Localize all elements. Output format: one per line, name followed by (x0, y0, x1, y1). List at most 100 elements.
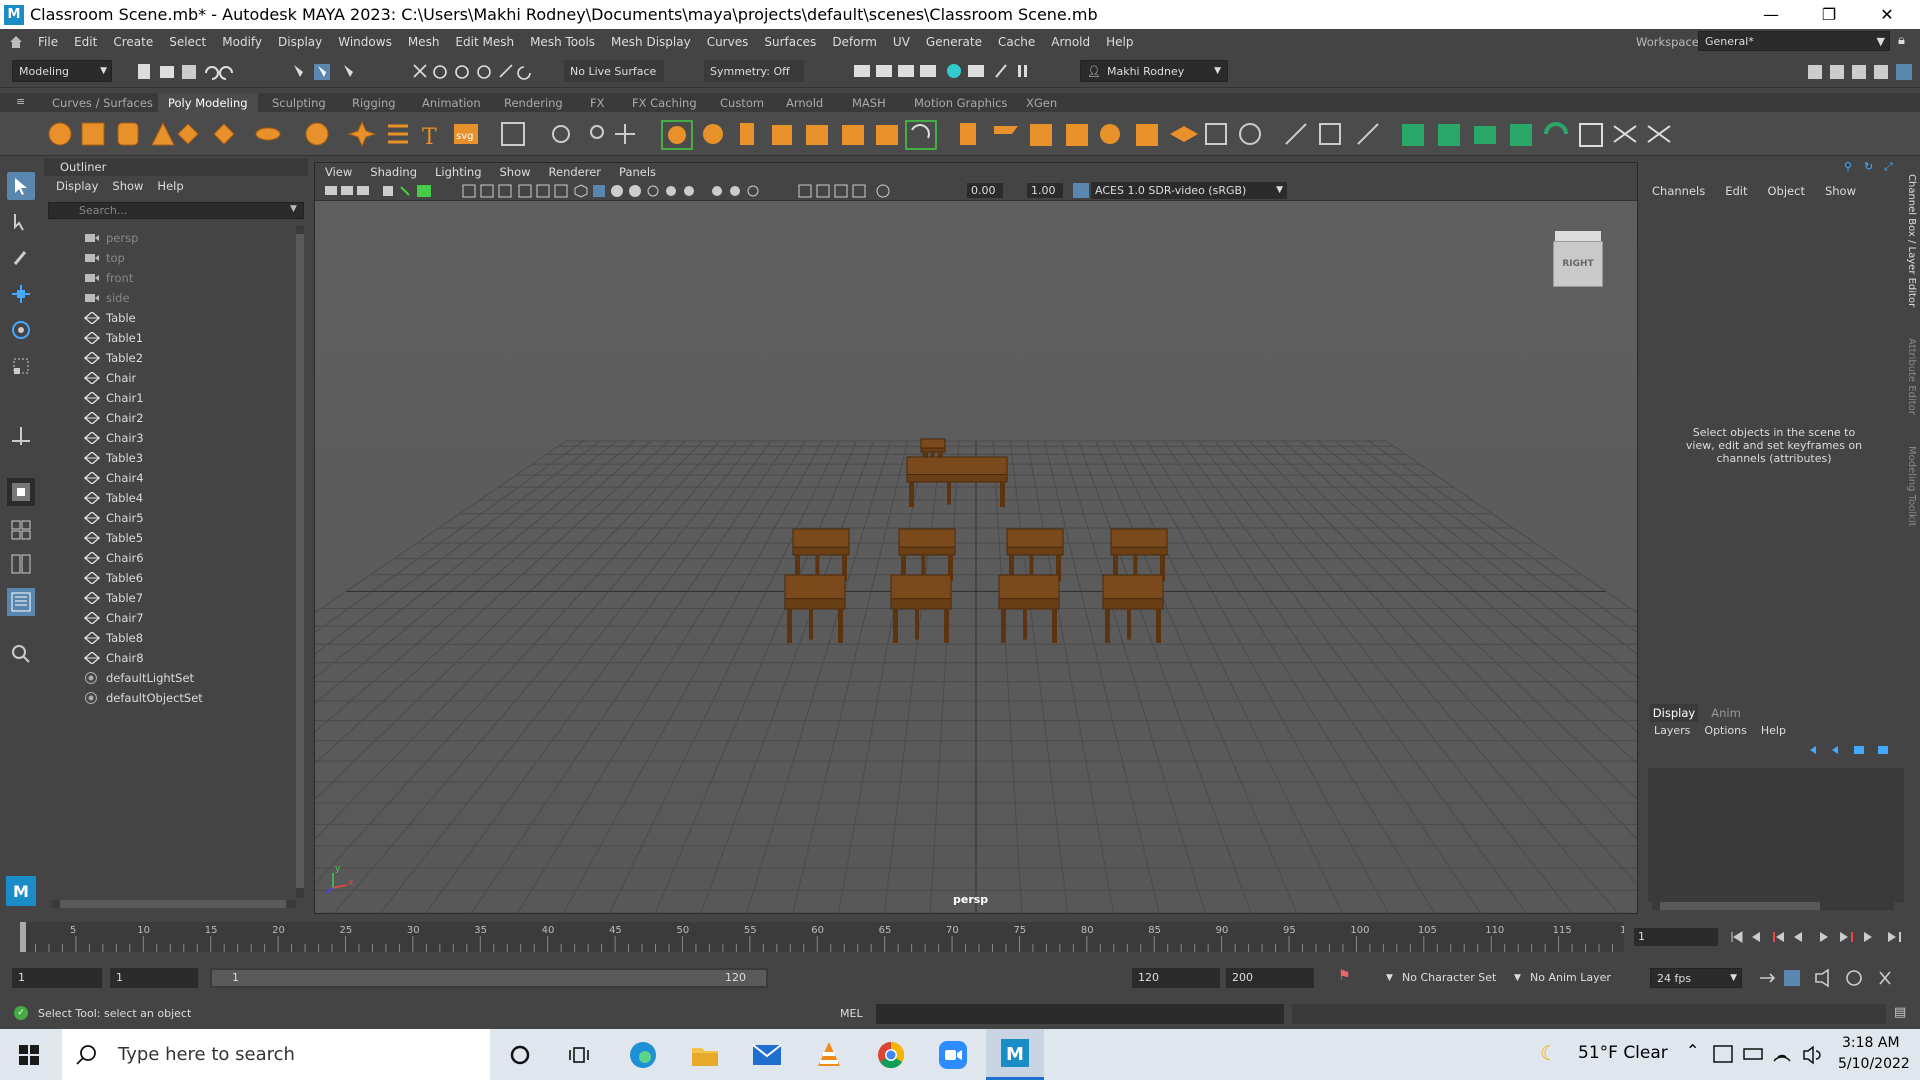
menu-uv[interactable]: UV (885, 35, 918, 49)
last-tool-button[interactable] (7, 422, 35, 450)
mail-taskbar-button[interactable] (738, 1029, 796, 1080)
outliner-hscroll-thumb[interactable] (60, 900, 286, 908)
taskbar-search-box[interactable]: Type here to search (62, 1029, 490, 1080)
anim-start-field[interactable]: 1 (12, 968, 102, 988)
shelf-options-icon[interactable]: ≡ (16, 95, 25, 108)
student-desk-front[interactable] (1102, 574, 1164, 643)
outliner-vscrollbar[interactable] (296, 226, 304, 898)
menu-file[interactable]: File (30, 35, 66, 49)
panel-toggle-icons[interactable] (1800, 61, 1920, 83)
weather-moon-icon[interactable]: ☾ (1540, 1041, 1558, 1065)
outliner-menu-help[interactable]: Help (157, 179, 183, 193)
scale-tool-button[interactable] (7, 352, 35, 380)
lock-icon[interactable]: 🔒︎ (1898, 33, 1905, 48)
vp-menu-view[interactable]: View (325, 165, 352, 179)
outliner-item[interactable]: Table (84, 308, 136, 328)
menu-deform[interactable]: Deform (824, 35, 885, 49)
menu-generate[interactable]: Generate (918, 35, 990, 49)
layer-tab-anim[interactable]: Anim (1704, 704, 1748, 722)
tab-animation[interactable]: Animation (412, 93, 491, 112)
outliner-hscrollbar[interactable] (52, 900, 296, 908)
rotate-tool-button[interactable] (7, 316, 35, 344)
outliner-item[interactable]: Chair5 (84, 508, 144, 528)
snap-toolbar-icons[interactable] (410, 61, 560, 83)
layer-hscrollbar[interactable] (1652, 902, 1894, 910)
exposure-field[interactable]: 0.00 (967, 183, 1003, 198)
cortana-button[interactable] (491, 1029, 549, 1080)
layer-list[interactable] (1648, 768, 1904, 902)
tab-rendering[interactable]: Rendering (494, 93, 573, 112)
vp-menu-panels[interactable]: Panels (619, 165, 656, 179)
workspace-dropdown[interactable]: General* ▼ (1698, 31, 1890, 51)
menu-help[interactable]: Help (1098, 35, 1141, 49)
clock-date[interactable]: 5/10/2022 (1838, 1056, 1910, 1072)
3d-viewport[interactable]: y x RIGHT persp (0, 201, 1920, 914)
outliner-item[interactable]: Chair6 (84, 548, 144, 568)
colorspace-toggle-icon[interactable] (1073, 183, 1089, 198)
outliner-item[interactable]: persp (84, 228, 138, 248)
outliner-item[interactable]: Table4 (84, 488, 143, 508)
playback-end-field[interactable]: 120 (1132, 968, 1220, 988)
render-toolbar-icons[interactable] (850, 61, 1050, 83)
student-desk-back[interactable] (1110, 528, 1168, 581)
vp-menu-shading[interactable]: Shading (370, 165, 417, 179)
four-pane-button[interactable] (7, 516, 35, 544)
layer-hscroll-thumb[interactable] (1660, 902, 1820, 910)
channels-menu-channels[interactable]: Channels (1652, 184, 1705, 198)
current-frame-field[interactable]: 1 (1634, 928, 1718, 946)
outliner-item[interactable]: Table8 (84, 628, 143, 648)
panel-toolbar-icons[interactable] (323, 183, 983, 199)
minimize-button[interactable]: — (1742, 0, 1800, 29)
file-explorer-taskbar-button[interactable] (676, 1029, 734, 1080)
shelf-icons[interactable]: T svg (0, 112, 1920, 156)
menu-cache[interactable]: Cache (990, 35, 1043, 49)
range-slider[interactable]: 1 120 (210, 968, 768, 988)
select-tool-button[interactable] (7, 172, 35, 200)
menu-edit[interactable]: Edit (66, 35, 105, 49)
time-slider-track[interactable]: 5 10 15 20 25 30 35 40 45 50 55 60 65 70 75 80 85 90 95 100… (20, 922, 1639, 952)
clock-time[interactable]: 3:18 AM (1842, 1035, 1900, 1051)
fps-dropdown[interactable]: 24 fps ▼ (1650, 968, 1742, 988)
layer-menu-help[interactable]: Help (1761, 724, 1786, 737)
channels-menu-edit[interactable]: Edit (1725, 184, 1747, 198)
menu-mesh-display[interactable]: Mesh Display (603, 35, 699, 49)
chrome-taskbar-button[interactable] (862, 1029, 920, 1080)
outliner-item[interactable]: defaultObjectSet (84, 688, 203, 708)
task-view-button[interactable] (552, 1029, 610, 1080)
outliner-item[interactable]: side (84, 288, 130, 308)
maya-taskbar-button[interactable]: M (986, 1029, 1044, 1080)
side-tab-channel-box[interactable]: Channel Box / Layer Editor (1906, 174, 1917, 307)
outliner-item[interactable]: Chair4 (84, 468, 144, 488)
tab-custom[interactable]: Custom (710, 93, 774, 112)
side-tab-attribute-editor[interactable]: Attribute Editor (1906, 338, 1917, 415)
outliner-item[interactable]: front (84, 268, 133, 288)
character-set-dropdown[interactable]: ▼ No Character Set (1384, 968, 1502, 988)
system-tray-icons[interactable] (1712, 1043, 1836, 1067)
menu-curves[interactable]: Curves (699, 35, 757, 49)
outliner-layout-button[interactable] (7, 588, 35, 616)
user-account-dropdown[interactable]: 👤︎ Makhi Rodney ▼ (1080, 60, 1228, 82)
range-slider-handle[interactable]: 1 120 (212, 970, 766, 986)
outliner-item[interactable]: Table5 (84, 528, 143, 548)
vp-menu-lighting[interactable]: Lighting (435, 165, 481, 179)
tab-mash[interactable]: MASH (842, 93, 896, 112)
close-button[interactable]: ✕ (1858, 0, 1916, 29)
outliner-item[interactable]: defaultLightSet (84, 668, 194, 688)
pin-icon[interactable]: ⚲ (1844, 160, 1852, 173)
live-surface-field[interactable]: No Live Surface (564, 60, 664, 82)
range-option-icons[interactable] (1756, 968, 1920, 988)
outliner-item[interactable]: Table3 (84, 448, 143, 468)
outliner-item[interactable]: Chair3 (84, 428, 144, 448)
file-toolbar-icons[interactable] (134, 61, 384, 83)
outliner-item[interactable]: Chair1 (84, 388, 144, 408)
student-desk-front[interactable] (998, 574, 1060, 643)
tab-arnold[interactable]: Arnold (776, 93, 833, 112)
chevron-down-icon[interactable]: ▼ (290, 204, 297, 214)
outliner-item[interactable]: Chair7 (84, 608, 144, 628)
search-tool-button[interactable] (7, 640, 35, 668)
menu-set-dropdown[interactable]: Modeling ▼ (12, 60, 112, 82)
anim-end-field[interactable]: 200 (1226, 968, 1314, 988)
outliner-menu-show[interactable]: Show (112, 179, 143, 193)
expand-icon[interactable]: ⤢ (1884, 160, 1893, 174)
student-desk-back[interactable] (1006, 528, 1064, 581)
